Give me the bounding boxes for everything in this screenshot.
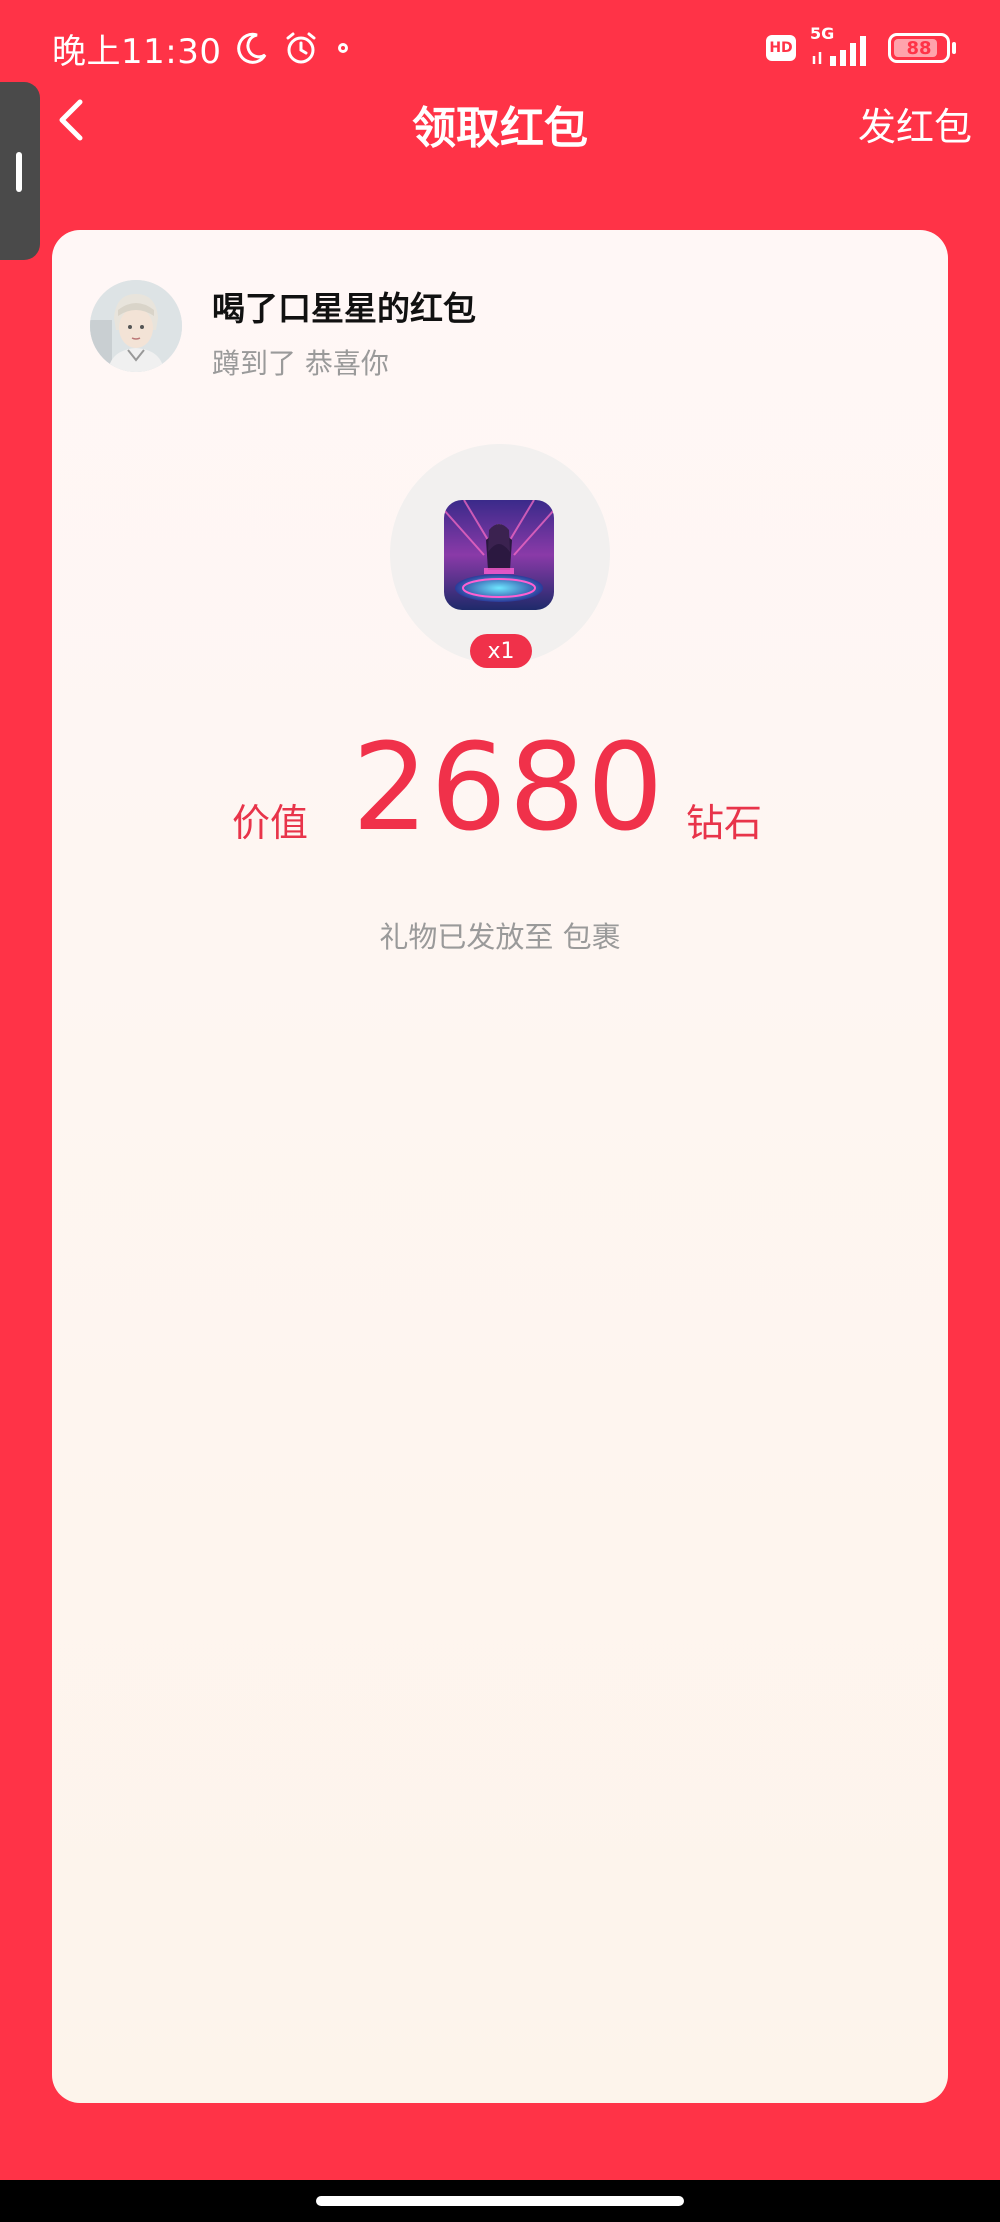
red-packet-card: 喝了口星星的红包 蹲到了 恭喜你 x1 价值 2680 钻石 礼物已发放至 包裹 bbox=[52, 230, 948, 2103]
battery-body: 88 bbox=[888, 33, 950, 63]
hd-icon: HD bbox=[766, 35, 796, 61]
send-red-packet-button[interactable]: 发红包 bbox=[858, 96, 972, 151]
battery-cap bbox=[952, 42, 956, 54]
system-nav-bar bbox=[0, 2180, 1000, 2222]
quantity-badge: x1 bbox=[470, 634, 532, 668]
delivery-note: 礼物已发放至 包裹 bbox=[379, 920, 621, 954]
sender-message: 蹲到了 恭喜你 bbox=[212, 347, 389, 380]
gift-value-row: 价值 2680 钻石 bbox=[52, 724, 948, 854]
avatar[interactable] bbox=[90, 280, 182, 372]
sender-name: 喝了口星星的红包 bbox=[212, 289, 476, 328]
status-left: 晚上11:30 bbox=[52, 24, 353, 72]
alarm-icon bbox=[283, 30, 319, 66]
value-prefix-label: 价值 bbox=[232, 801, 309, 845]
gift-value-amount: 2680 bbox=[352, 719, 666, 858]
status-time: 晚上11:30 bbox=[52, 31, 222, 72]
signal-icon: 5G bbox=[810, 24, 874, 68]
home-indicator[interactable] bbox=[316, 2196, 684, 2206]
notification-dot-icon bbox=[333, 38, 353, 58]
moon-icon bbox=[235, 31, 269, 65]
battery-level: 88 bbox=[906, 37, 932, 59]
value-unit-label: 钻石 bbox=[686, 801, 763, 845]
gift-image bbox=[444, 500, 554, 610]
top-bar: 领取红包 发红包 bbox=[0, 82, 1000, 158]
red-packet-screen: 晚上11:30 HD 5G 88 领取红包 发红包 喝了口星星的红包 蹲到了 恭… bbox=[0, 0, 1000, 2222]
battery-icon: 88 bbox=[888, 33, 956, 63]
gift-container bbox=[390, 444, 610, 664]
status-right: HD 5G 88 bbox=[766, 24, 956, 70]
page-title: 领取红包 bbox=[412, 103, 588, 154]
